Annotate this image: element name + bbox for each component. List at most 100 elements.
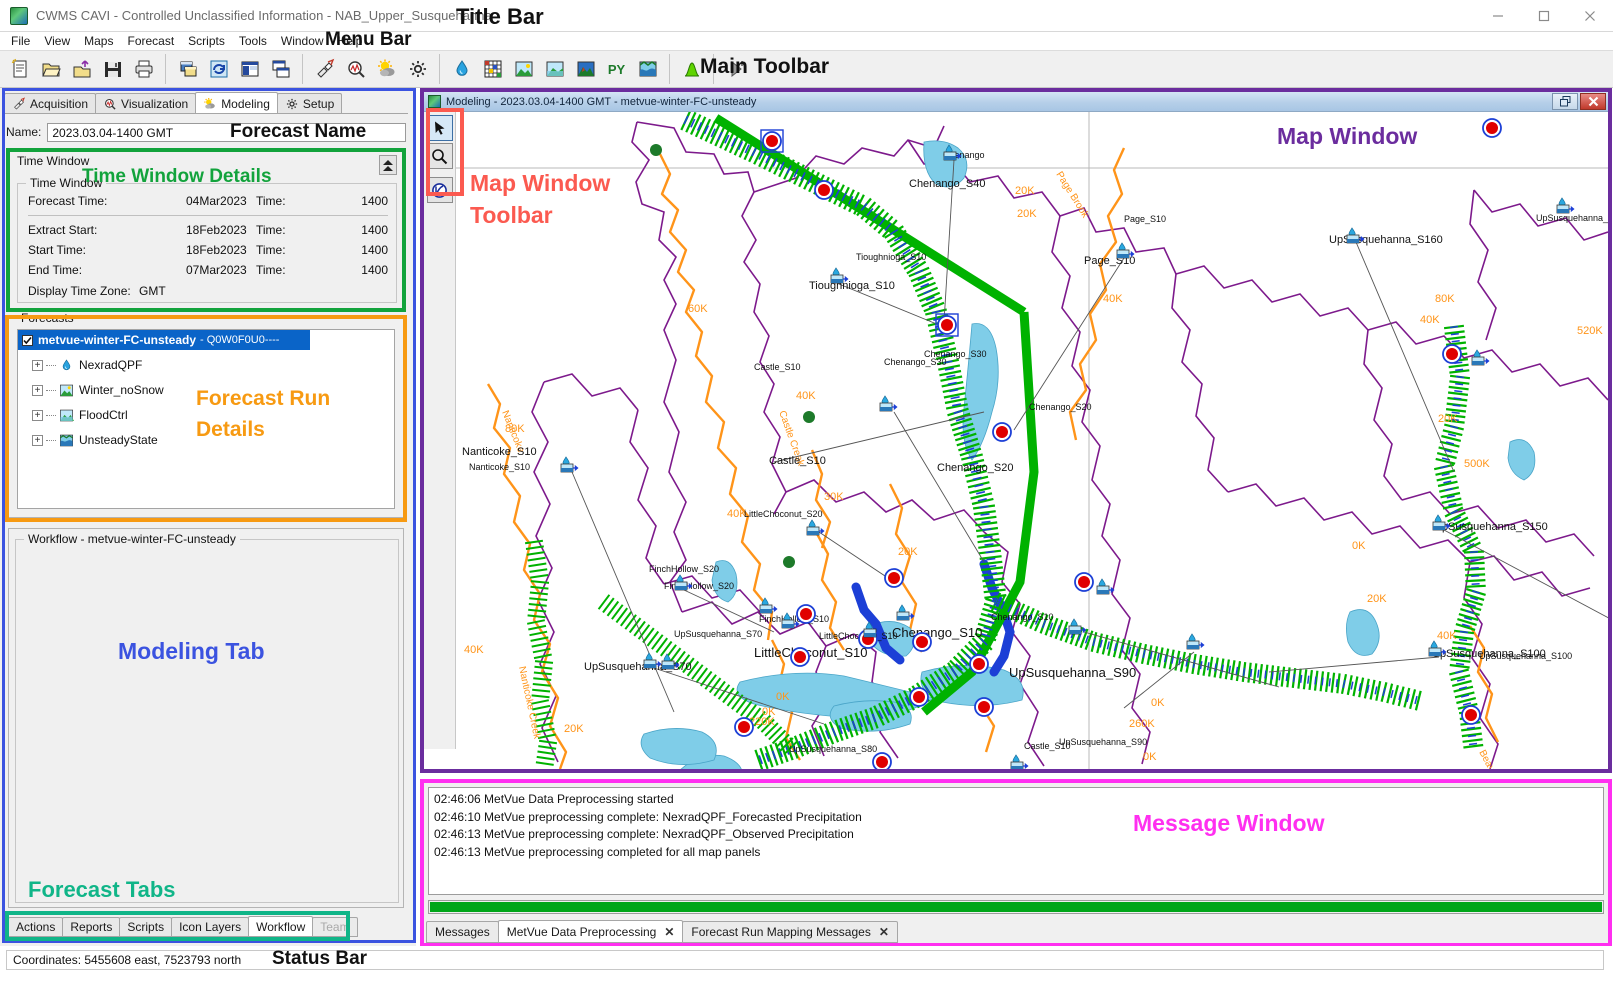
open-folder-icon[interactable] <box>36 55 65 84</box>
tab-modeling[interactable]: Modeling <box>195 92 278 114</box>
message-line: 02:46:10 MetVue preprocessing complete: … <box>434 809 862 824</box>
menu-help[interactable]: Help <box>331 32 370 50</box>
water-drop-icon[interactable] <box>447 55 476 84</box>
forecasts-tree[interactable]: metvue-winter-FC-unsteady - Q0W0F0U0----… <box>17 329 395 509</box>
menu-maps[interactable]: Maps <box>77 32 120 50</box>
map-restore-button[interactable] <box>1552 93 1578 110</box>
junction-marker[interactable] <box>766 135 778 147</box>
hydrograph-icon[interactable] <box>677 55 706 84</box>
visualization-icon[interactable] <box>341 55 370 84</box>
expand-icon[interactable]: + <box>32 409 43 421</box>
tree-item-floodctrl[interactable]: + FloodCtrl <box>32 404 128 426</box>
junction-marker[interactable] <box>1486 122 1498 134</box>
print-icon[interactable] <box>129 55 158 84</box>
python-label: PY <box>607 61 626 77</box>
close-button[interactable] <box>1567 0 1613 32</box>
site-label: UpSusquehanna_S70 <box>584 661 692 673</box>
menu-file[interactable]: File <box>4 32 37 50</box>
minimize-button[interactable] <box>1475 0 1521 32</box>
source-node-marker[interactable] <box>650 144 662 156</box>
python-script-icon[interactable]: PY <box>602 55 631 84</box>
unsteadystate-icon[interactable] <box>633 55 662 84</box>
toolbar-group-plot <box>672 52 711 86</box>
expand-icon[interactable]: + <box>32 434 43 446</box>
junction-marker[interactable] <box>973 658 985 670</box>
close-icon[interactable]: ✕ <box>879 925 889 939</box>
tree-item-winter-nosnow[interactable]: + Winter_noSnow <box>32 379 164 401</box>
junction-marker[interactable] <box>876 756 888 768</box>
junction-marker[interactable] <box>1446 348 1458 360</box>
forecast-tab-reports[interactable]: Reports <box>62 917 121 937</box>
source-node-marker[interactable] <box>803 411 815 423</box>
junction-marker[interactable] <box>888 572 900 584</box>
close-icon[interactable]: ✕ <box>664 925 674 939</box>
forecast-tab-workflow[interactable]: Workflow <box>248 916 314 937</box>
tree-item-nexradqpf[interactable]: + NexradQPF <box>32 354 142 376</box>
forecast-tab-icon-layers[interactable]: Icon Layers <box>171 917 250 937</box>
junction-marker[interactable] <box>794 651 806 663</box>
menu-window[interactable]: Window <box>274 32 331 50</box>
new-window-icon[interactable] <box>173 55 202 84</box>
grid-table-icon[interactable] <box>478 55 507 84</box>
cascade-windows-icon[interactable] <box>266 55 295 84</box>
expand-icon[interactable]: + <box>32 359 43 371</box>
message-tab-metvue-preprocessing[interactable]: MetVue Data Preprocessing ✕ <box>497 920 684 943</box>
pan-globe-tool[interactable] <box>426 177 453 203</box>
forecast-tab-scripts[interactable]: Scripts <box>119 917 173 937</box>
junction-marker[interactable] <box>738 721 750 733</box>
terrain-icon[interactable] <box>571 55 600 84</box>
tree-item-unsteadystate[interactable]: + UnsteadyState <box>32 429 158 451</box>
source-node-marker[interactable] <box>783 556 795 568</box>
refresh-map-icon[interactable] <box>204 55 233 84</box>
menu-forecast[interactable]: Forecast <box>120 32 181 50</box>
run-forecast-icon[interactable] <box>721 55 750 84</box>
forecast-tab-actions[interactable]: Actions <box>8 917 64 937</box>
floodctrl-icon[interactable] <box>540 55 569 84</box>
menu-tools[interactable]: Tools <box>232 32 274 50</box>
menu-view[interactable]: View <box>37 32 77 50</box>
expand-icon[interactable]: + <box>32 384 43 396</box>
tile-horizontal-icon[interactable] <box>235 55 264 84</box>
acquisition-satellite-icon[interactable] <box>310 55 339 84</box>
junction-marker[interactable] <box>916 636 928 648</box>
time-window-collapse-button[interactable] <box>379 155 397 175</box>
tab-visualization[interactable]: Visualization <box>95 93 197 114</box>
junction-marker[interactable] <box>1078 576 1090 588</box>
maximize-button[interactable] <box>1521 0 1567 32</box>
message-log[interactable]: 02:46:06 MetVue Data Preprocessing start… <box>428 787 1604 895</box>
toolbar-group-modes <box>305 52 437 86</box>
tab-setup[interactable]: Setup <box>276 93 343 114</box>
forecast-tree-root[interactable]: metvue-winter-FC-unsteady - Q0W0F0U0---- <box>18 330 310 350</box>
forecast-name-label: Name: <box>6 125 42 139</box>
forecast-name-input[interactable]: 2023.03.04-1400 GMT <box>47 122 406 142</box>
junction-marker[interactable] <box>800 608 812 620</box>
junction-marker[interactable] <box>978 701 990 713</box>
tab-acquisition[interactable]: Acquisition <box>4 93 97 114</box>
junction-marker[interactable] <box>913 691 925 703</box>
map-canvas[interactable]: 20K 20K 60K 40K 80K 40K 80K 20K 40K 520K 500K 30K 40… <box>424 112 1608 769</box>
row-time-label: Time: <box>256 243 286 257</box>
junction-marker[interactable] <box>1465 709 1477 721</box>
landscape-icon <box>59 383 74 398</box>
landscape-icon[interactable] <box>509 55 538 84</box>
tab-label: Visualization <box>121 97 189 111</box>
forecast-checkbox[interactable] <box>22 334 33 346</box>
pointer-tool[interactable] <box>426 115 453 141</box>
menu-scripts[interactable]: Scripts <box>181 32 232 50</box>
workflow-canvas[interactable]: Workflow - metvue-winter-FC-unsteady <box>15 532 399 903</box>
save-icon[interactable] <box>98 55 127 84</box>
junction-marker[interactable] <box>941 319 953 331</box>
message-tab-messages[interactable]: Messages <box>426 921 499 943</box>
map-window-title-bar: Modeling - 2023.03.04-1400 GMT - metvue-… <box>424 92 1608 112</box>
message-tab-forecast-run-mapping[interactable]: Forecast Run Mapping Messages ✕ <box>682 921 898 943</box>
map-close-button[interactable] <box>1580 93 1606 110</box>
setup-gear-icon[interactable] <box>403 55 432 84</box>
contour-label: 260K <box>1129 718 1155 730</box>
modeling-sun-cloud-icon[interactable] <box>372 55 401 84</box>
junction-marker[interactable] <box>818 184 830 196</box>
junction-marker[interactable] <box>996 426 1008 438</box>
new-forecast-icon[interactable] <box>5 55 34 84</box>
import-icon[interactable] <box>67 55 96 84</box>
zoom-tool[interactable] <box>426 143 453 169</box>
forecast-root-id: - Q0W0F0U0---- <box>200 334 280 346</box>
